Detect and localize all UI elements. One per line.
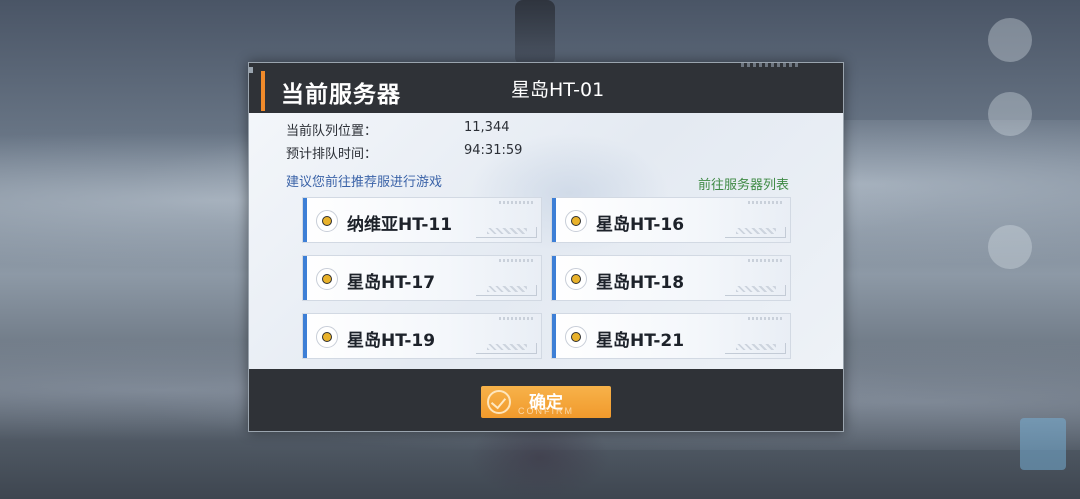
card-stripe-deco (736, 286, 776, 292)
server-name-label: 星岛HT-21 (596, 331, 685, 351)
server-status-icon (316, 210, 338, 232)
server-status-icon (565, 210, 587, 232)
queue-time-label: 预计排队时间： (286, 147, 378, 162)
background-bottom-icon (1020, 418, 1066, 470)
card-accent-bar (303, 198, 307, 242)
server-card-0[interactable]: 纳维亚HT-11 (302, 197, 542, 243)
server-queue-dialog: 当前服务器 星岛HT-01 当前队列位置： 11,344 预计排队时间： 94:… (248, 62, 844, 432)
recommend-hint: 建议您前往推荐服进行游戏 (286, 175, 443, 190)
server-card-3[interactable]: 星岛HT-18 (551, 255, 791, 301)
card-stripe-deco (736, 228, 776, 234)
confirm-sub-label: CONFIRM (518, 406, 574, 416)
card-stripe-deco (487, 344, 527, 350)
server-name-label: 星岛HT-19 (347, 331, 436, 351)
card-stripe-deco (487, 286, 527, 292)
header-accent-bar (261, 71, 265, 111)
server-card-2[interactable]: 星岛HT-17 (302, 255, 542, 301)
server-card-5[interactable]: 星岛HT-21 (551, 313, 791, 359)
background-character (470, 430, 610, 499)
dialog-body: 当前队列位置： 11,344 预计排队时间： 94:31:59 建议您前往推荐服… (249, 113, 843, 369)
header-corner-mark (249, 67, 253, 73)
card-deco (748, 201, 784, 204)
header-stripe-deco (741, 63, 801, 67)
card-accent-bar (552, 314, 556, 358)
card-accent-bar (552, 256, 556, 300)
server-status-icon (316, 326, 338, 348)
card-stripe-deco (487, 228, 527, 234)
card-accent-bar (552, 198, 556, 242)
background-side-icon-2 (988, 92, 1032, 136)
card-deco (499, 259, 535, 262)
queue-position-label: 当前队列位置： (286, 124, 378, 139)
server-status-icon (565, 268, 587, 290)
dialog-header: 当前服务器 星岛HT-01 (249, 63, 843, 113)
server-card-1[interactable]: 星岛HT-16 (551, 197, 791, 243)
card-deco (499, 201, 535, 204)
current-server-name: 星岛HT-01 (511, 79, 605, 101)
card-stripe-deco (736, 344, 776, 350)
queue-time-value: 94:31:59 (464, 143, 523, 158)
server-name-label: 星岛HT-18 (596, 273, 685, 293)
background-tower (515, 0, 555, 65)
server-name-label: 星岛HT-16 (596, 215, 685, 235)
server-name-label: 纳维亚HT-11 (347, 215, 453, 235)
card-deco (499, 317, 535, 320)
card-accent-bar (303, 314, 307, 358)
server-card-4[interactable]: 星岛HT-19 (302, 313, 542, 359)
card-deco (748, 317, 784, 320)
dialog-footer: 确定 CONFIRM (249, 369, 843, 431)
background-side-icon-3 (988, 225, 1032, 269)
queue-position-value: 11,344 (464, 120, 510, 135)
server-name-label: 星岛HT-17 (347, 273, 436, 293)
server-status-icon (316, 268, 338, 290)
card-accent-bar (303, 256, 307, 300)
dialog-title: 当前服务器 (281, 82, 401, 108)
server-list-link[interactable]: 前往服务器列表 (698, 174, 789, 193)
background-side-icon-1 (988, 18, 1032, 62)
confirm-button[interactable]: 确定 CONFIRM (481, 386, 611, 418)
card-deco (748, 259, 784, 262)
server-status-icon (565, 326, 587, 348)
